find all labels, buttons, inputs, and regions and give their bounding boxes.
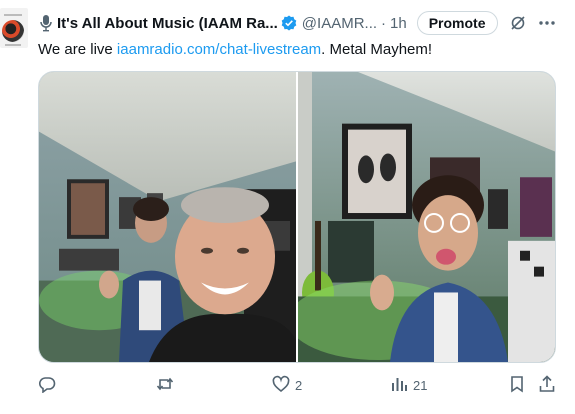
like-button[interactable]: 2 [272,372,302,398]
bookmark-icon [508,375,526,396]
livestream-link[interactable]: iaamradio.com/chat-livestream [117,41,321,58]
photo-right-image [298,72,555,362]
views-icon [390,375,408,396]
verified-badge-icon[interactable] [281,15,297,31]
vinyl-record-icon [2,20,24,42]
share-icon [538,374,556,396]
repost-icon [156,375,174,396]
photo-left[interactable] [39,72,296,362]
media-grid [38,71,556,363]
author-name[interactable]: It's All About Music (IAAM Ra... [57,15,278,32]
grok-icon[interactable] [510,15,526,31]
promote-button[interactable]: Promote [416,11,498,35]
microphone-icon [38,14,54,32]
views-count: 21 [413,377,428,393]
repost-button[interactable] [156,372,174,398]
bookmark-button[interactable] [508,372,526,398]
tweet-header: It's All About Music (IAAM Ra... @IAAMR.… [38,10,568,36]
author-avatar[interactable] [0,8,28,48]
heart-icon [272,375,290,396]
share-button[interactable] [538,372,556,398]
tweet-text-after: . Metal Mayhem! [321,41,433,58]
action-bar: 2 21 [38,372,558,398]
avatar-text-line [5,44,21,46]
reply-button[interactable] [38,372,56,398]
separator-dot: · [381,14,387,32]
reply-icon [38,375,56,396]
tweet-text-before: We are live [38,41,117,58]
views-button[interactable]: 21 [390,372,427,398]
author-handle[interactable]: @IAAMR... [302,15,377,32]
photo-right[interactable] [298,72,555,362]
avatar-text-line [4,14,22,16]
more-options-icon[interactable] [538,15,556,31]
tweet-text: We are live iaamradio.com/chat-livestrea… [38,40,432,60]
photo-left-image [39,72,296,362]
post-time[interactable]: 1h [390,15,407,32]
like-count: 2 [295,377,303,393]
